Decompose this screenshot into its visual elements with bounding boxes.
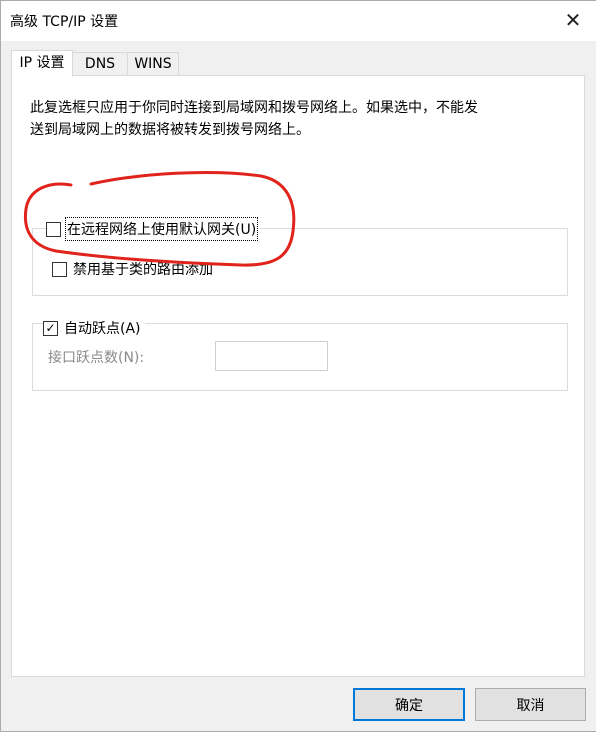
tab-ip-settings[interactable]: IP 设置 <box>11 50 73 77</box>
dialog-window: 高级 TCP/IP 设置 ✕ IP 设置 DNS WINS 此复选框只应用于你同… <box>0 0 596 732</box>
automatic-metric-label[interactable]: 自动跃点(A) <box>64 318 141 338</box>
description-text: 此复选框只应用于你同时连接到局域网和拨号网络上。如果选中，不能发 送到局域网上的… <box>30 97 550 141</box>
close-icon[interactable]: ✕ <box>561 8 585 32</box>
use-default-gateway-checkbox[interactable]: 在远程网络上使用默认网关(U) <box>46 217 261 241</box>
ok-button[interactable]: 确定 <box>353 688 465 721</box>
tab-dns[interactable]: DNS <box>71 52 129 75</box>
disable-class-routes-checkbox[interactable]: 禁用基于类的路由添加 <box>52 259 217 279</box>
interface-metric-input[interactable] <box>215 341 328 371</box>
disable-class-routes-label[interactable]: 禁用基于类的路由添加 <box>73 259 213 279</box>
interface-metric-label: 接口跃点数(N): <box>48 350 145 366</box>
window-title: 高级 TCP/IP 设置 <box>10 14 119 30</box>
checkmark-icon[interactable]: ✓ <box>43 320 58 336</box>
automatic-metric-checkbox[interactable]: ✓ 自动跃点(A) <box>43 318 145 338</box>
checkbox-box[interactable] <box>46 221 61 237</box>
title-bar[interactable]: 高级 TCP/IP 设置 ✕ <box>1 1 596 41</box>
checkbox-box[interactable] <box>52 261 67 277</box>
cancel-button[interactable]: 取消 <box>475 688 586 721</box>
use-default-gateway-label[interactable]: 在远程网络上使用默认网关(U) <box>64 217 259 241</box>
description-line-1: 此复选框只应用于你同时连接到局域网和拨号网络上。如果选中，不能发 <box>30 100 478 116</box>
tab-wins[interactable]: WINS <box>127 52 179 75</box>
description-line-2: 送到局域网上的数据将被转发到拨号网络上。 <box>30 122 310 138</box>
